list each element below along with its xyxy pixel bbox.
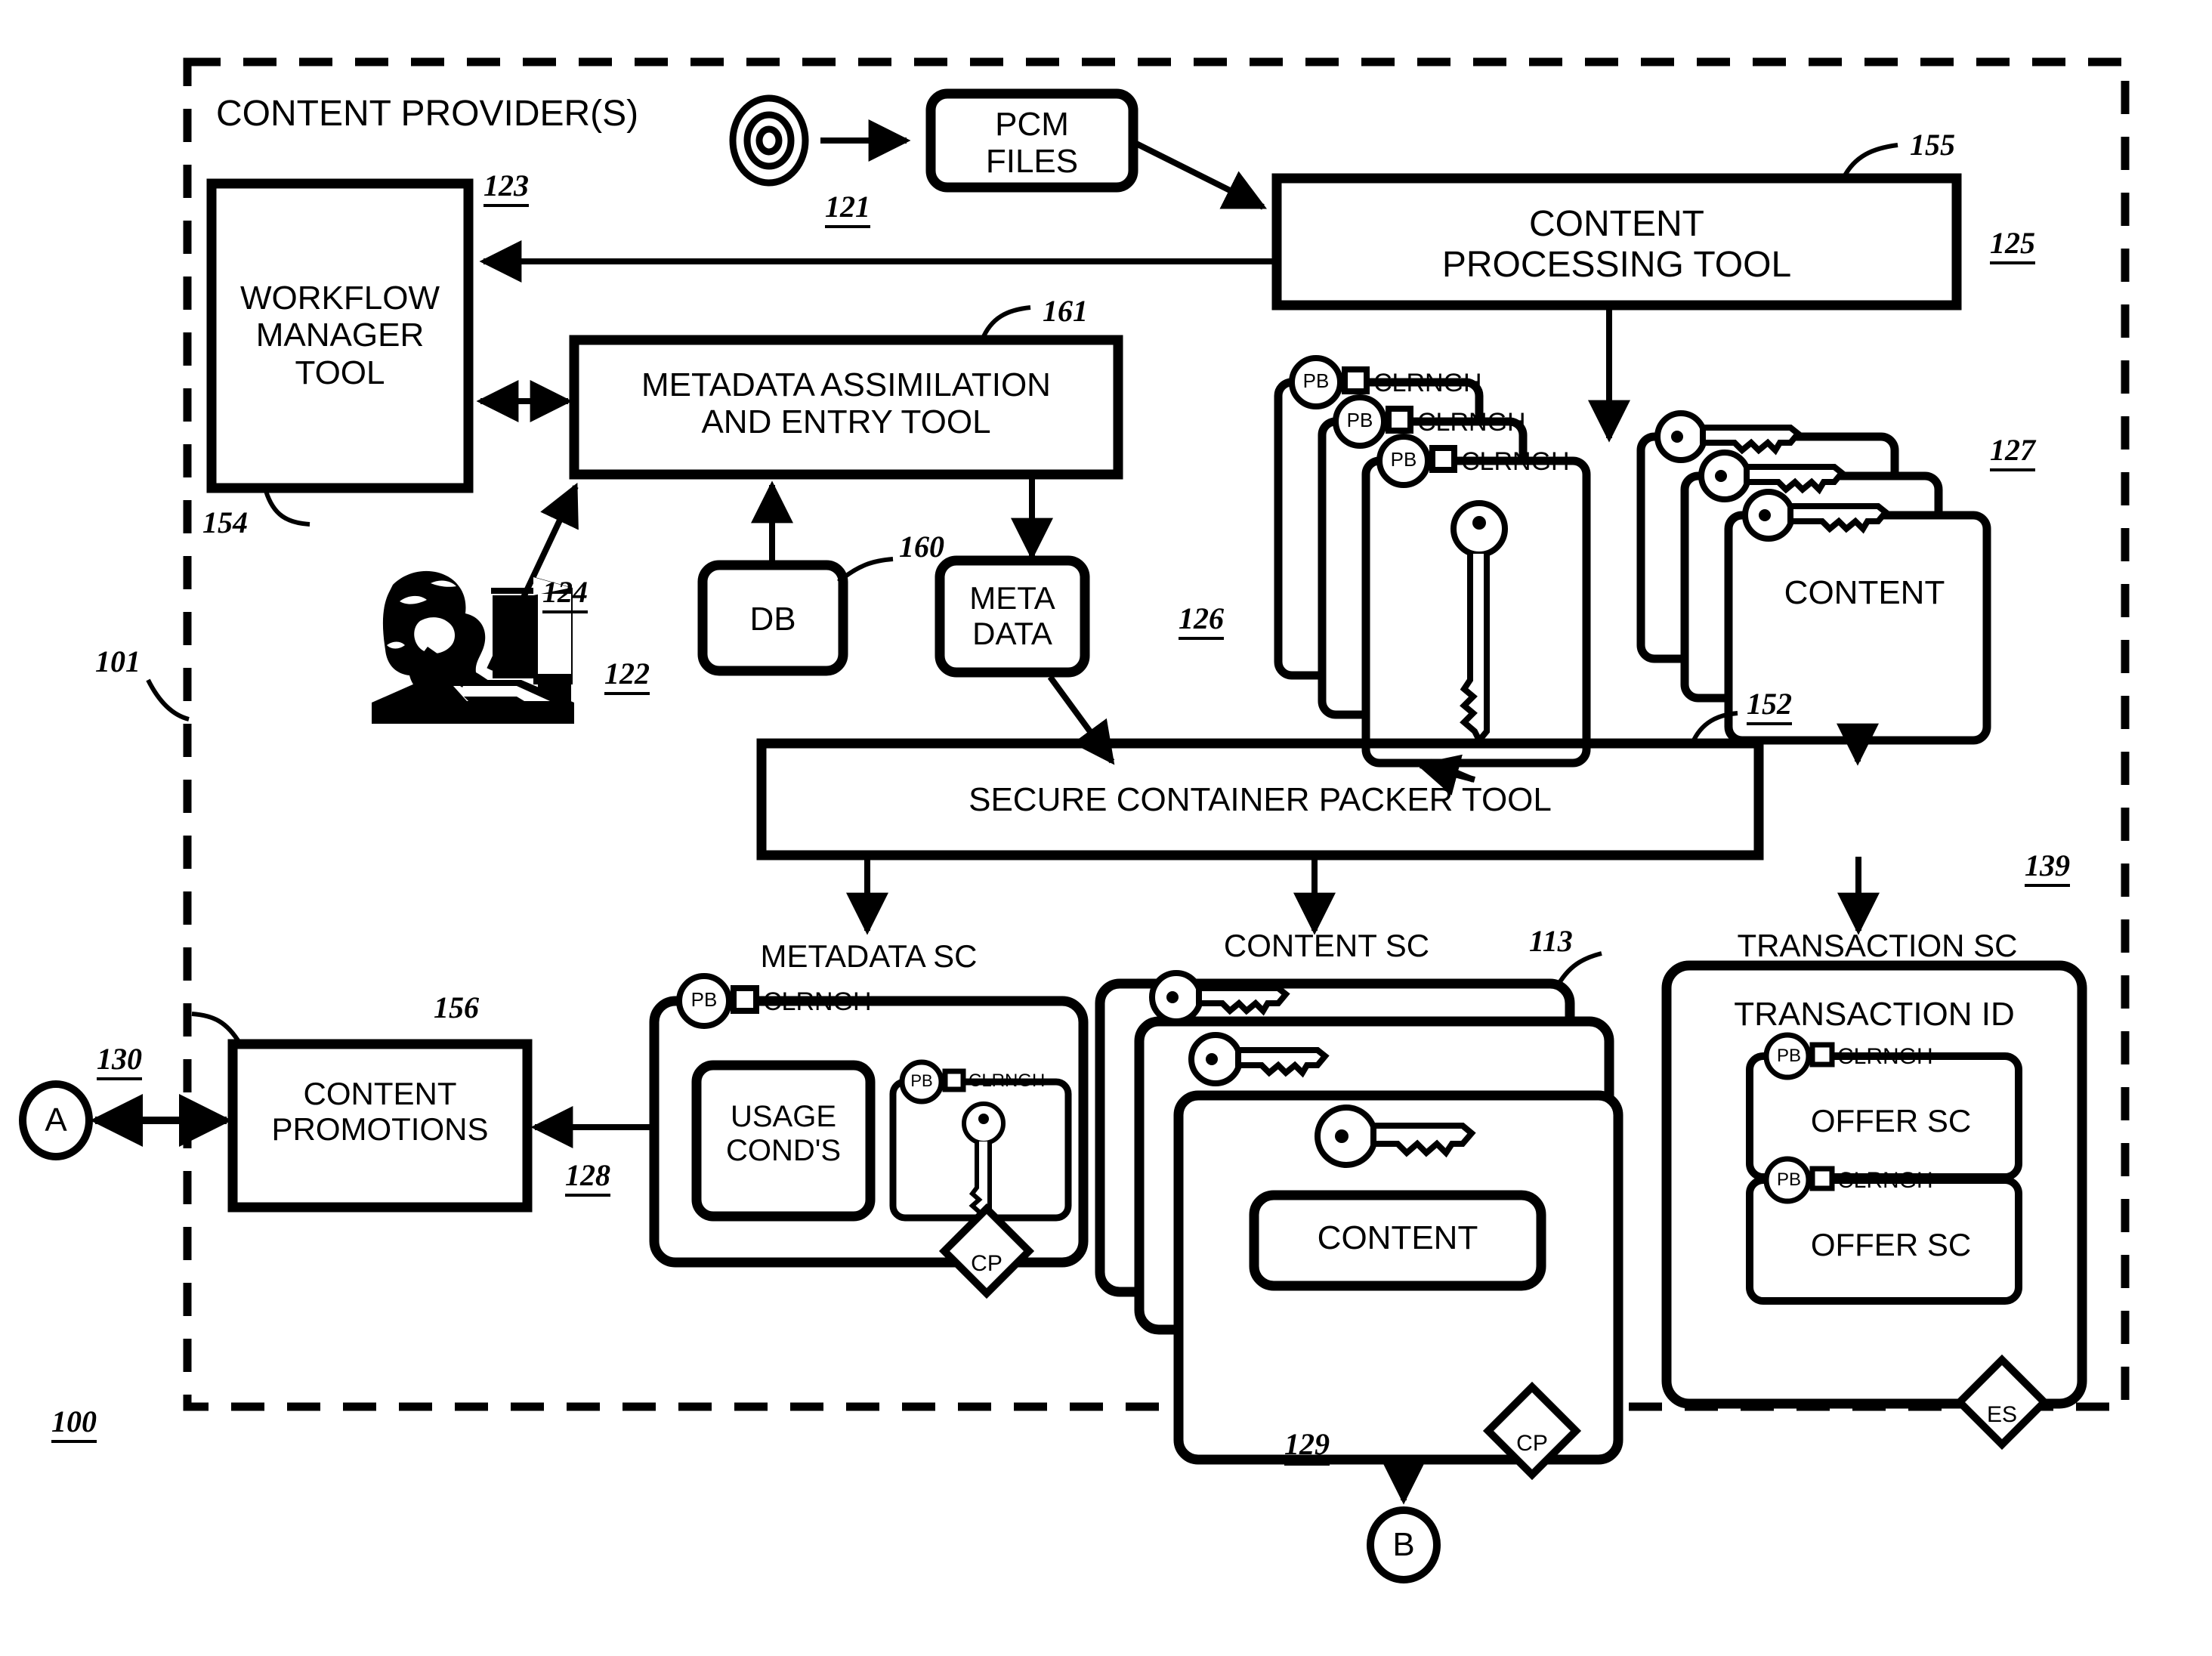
ref-121: 121 — [825, 189, 870, 228]
ref-122: 122 — [604, 656, 650, 695]
ref-129: 129 — [1284, 1426, 1330, 1466]
key-stack-pb-label-2: PB — [1346, 409, 1373, 431]
patent-figure: CONTENT PROVIDER(S) PCM FILES CONTENT PR… — [0, 0, 2212, 1656]
offer-sc-clrngh-label-2: CLRNGH — [1837, 1168, 1933, 1193]
ref-154: 154 — [202, 505, 248, 539]
key-stack-pb-label-3: PB — [1390, 448, 1417, 471]
offer-sc-pb-square-1 — [1809, 1042, 1835, 1067]
offer-sc-clrngh-label-1: CLRNGH — [1837, 1044, 1933, 1069]
offer-sc-pb-label-2: PB — [1776, 1169, 1801, 1190]
key-stack-clrngh-label-3: CLRNGH — [1461, 447, 1570, 476]
db-label: DB — [749, 601, 796, 638]
transaction-sc-seal-label: ES — [1986, 1402, 2018, 1427]
metadata-sc-inner-clrngh-label: CLRNGH — [969, 1071, 1046, 1091]
ref-123: 123 — [483, 168, 529, 207]
pb-square-2 — [1386, 406, 1413, 434]
connector-a-label: A — [45, 1101, 67, 1138]
secure-container-packer-tool-label: SECURE CONTAINER PACKER TOOL — [969, 781, 1552, 818]
content-sc-inner-label: CONTENT — [1317, 1219, 1478, 1256]
ref-124: 124 — [542, 574, 588, 613]
offer-sc-pb-label-1: PB — [1776, 1046, 1801, 1066]
metadata-tool-label: METADATA ASSIMILATION AND ENTRY TOOL — [641, 366, 1051, 441]
metadata-sc-heading: METADATA SC — [760, 938, 978, 974]
connector-b-label: B — [1392, 1526, 1415, 1563]
transaction-sc-heading: TRANSACTION SC — [1737, 928, 2018, 963]
content-processing-tool-label: CONTENT PROCESSING TOOL — [1441, 204, 1792, 285]
key-stack-clrngh-label-2: CLRNGH — [1417, 408, 1526, 437]
transaction-id-label: TRANSACTION ID — [1734, 996, 2015, 1033]
ref-152: 152 — [1747, 686, 1792, 725]
ref-156: 156 — [434, 990, 479, 1024]
key-stack-clrngh-label-1: CLRNGH — [1373, 369, 1482, 397]
meta-data-label: META DATA — [969, 580, 1055, 652]
workflow-manager-tool-label: WORKFLOW MANAGER TOOL — [240, 280, 440, 391]
pb-square-3 — [1429, 445, 1457, 473]
content-stack-label: CONTENT — [1784, 574, 1945, 611]
metadata-sc-pb-label: PB — [690, 988, 718, 1011]
ref-130: 130 — [97, 1041, 142, 1080]
metadata-sc-clrngh-label: CLRNGH — [763, 987, 872, 1016]
ref-161: 161 — [1043, 294, 1088, 328]
metadata-sc-inner-pb-square — [942, 1068, 966, 1092]
ref-125: 125 — [1990, 225, 2035, 264]
usage-conditions-label: USAGE COND'S — [725, 1100, 842, 1167]
content-sc-seal-label: CP — [1516, 1431, 1548, 1456]
ref-126: 126 — [1179, 601, 1224, 640]
ref-139: 139 — [2025, 848, 2070, 887]
ref-100: 100 — [51, 1404, 97, 1443]
key-stack-pb-label-1: PB — [1302, 369, 1330, 392]
pb-square-1 — [1342, 366, 1370, 394]
optical-disc-icon — [729, 94, 809, 187]
offer-sc-pb-square-2 — [1809, 1166, 1835, 1191]
ref-101: 101 — [95, 644, 141, 678]
ref-160: 160 — [899, 530, 944, 564]
content-promotions-label: CONTENT PROMOTIONS — [271, 1076, 489, 1148]
metadata-sc-inner-pb-label: PB — [910, 1071, 933, 1090]
ref-128: 128 — [565, 1157, 610, 1197]
content-provider-label: CONTENT PROVIDER(S) — [216, 94, 639, 134]
offer-sc-label-2: OFFER SC — [1810, 1227, 1972, 1262]
content-sc-heading: CONTENT SC — [1223, 928, 1430, 963]
metadata-sc-pb-square — [731, 985, 759, 1014]
ref-113: 113 — [1529, 924, 1573, 958]
pcm-files-label: PCM FILES — [985, 106, 1079, 181]
ref-127: 127 — [1990, 432, 2035, 471]
offer-sc-label-1: OFFER SC — [1810, 1103, 1972, 1138]
ref-155: 155 — [1910, 128, 1955, 162]
metadata-sc-seal-label: CP — [971, 1251, 1003, 1276]
